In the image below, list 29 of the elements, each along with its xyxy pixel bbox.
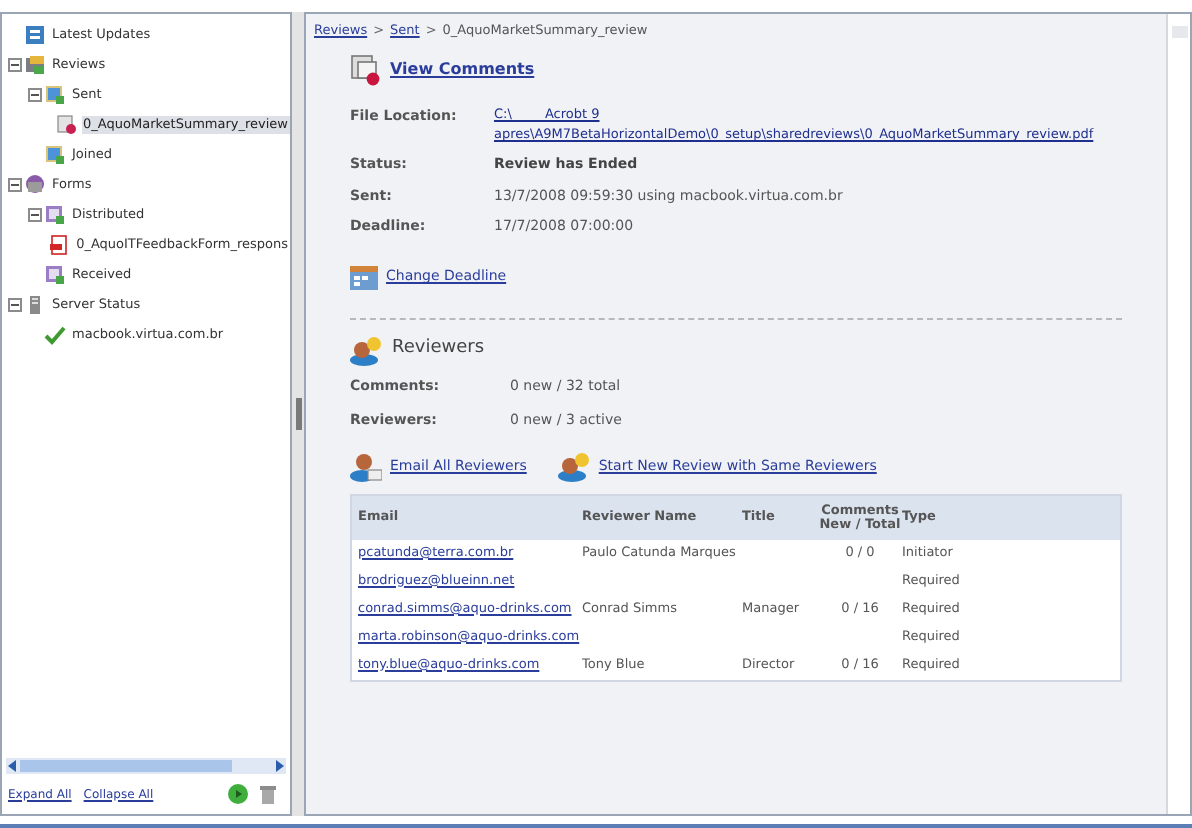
go-icon[interactable]	[228, 784, 248, 804]
form-icon	[44, 264, 66, 286]
updates-icon	[24, 24, 46, 46]
horizontal-scrollbar[interactable]	[6, 758, 286, 774]
scrollbar-thumb[interactable]	[20, 760, 232, 772]
section-heading: Reviewers	[392, 336, 485, 363]
form-icon	[44, 204, 66, 226]
collapse-toggle[interactable]	[28, 208, 42, 222]
email-reviewers-icon	[350, 451, 382, 481]
trash-icon[interactable]	[260, 784, 276, 804]
folder-icon	[24, 54, 46, 76]
comments-icon	[350, 54, 382, 86]
folder-icon	[44, 144, 66, 166]
pdf-icon	[48, 234, 71, 256]
collapse-toggle[interactable]	[8, 58, 22, 72]
view-comments-link[interactable]: View Comments	[390, 58, 535, 82]
calendar-icon	[350, 265, 378, 289]
reviewers-icon	[558, 451, 591, 481]
collapse-toggle[interactable]	[8, 178, 22, 192]
vertical-scrollbar[interactable]	[1166, 14, 1190, 814]
document-icon	[55, 114, 78, 136]
server-icon	[24, 294, 46, 316]
collapse-toggle[interactable]	[8, 298, 22, 312]
collapse-toggle[interactable]	[28, 88, 42, 102]
checkmark-icon	[44, 324, 66, 346]
reviewers-icon	[350, 335, 382, 365]
scroll-right-icon[interactable]	[274, 760, 284, 772]
folder-icon	[44, 84, 66, 106]
folder-icon	[24, 174, 46, 196]
